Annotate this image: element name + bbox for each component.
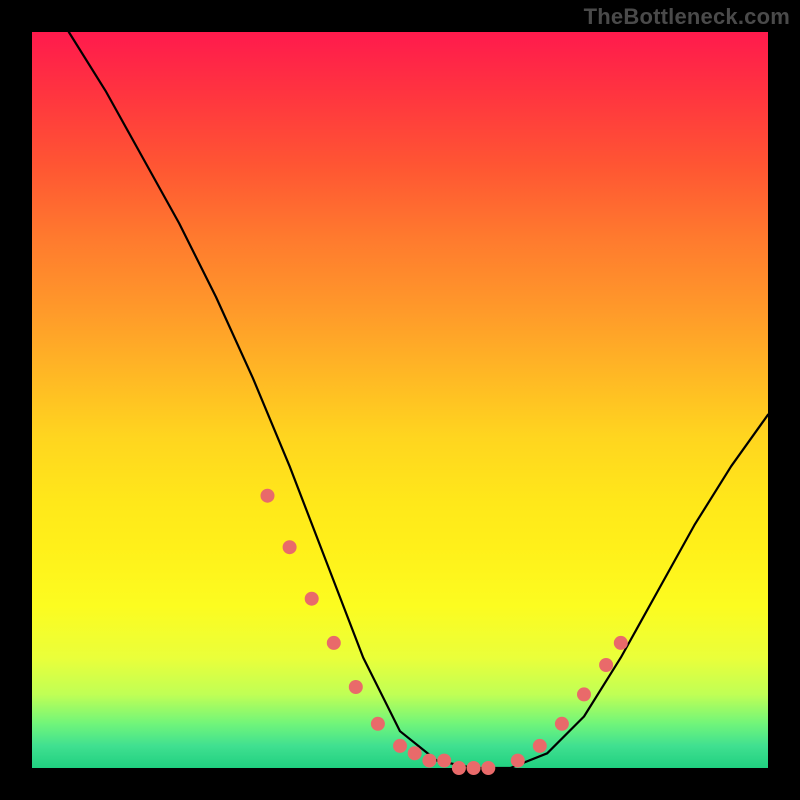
curve-line — [69, 32, 768, 768]
highlight-dot — [599, 658, 613, 672]
plot-area — [32, 32, 768, 768]
highlight-dot — [577, 687, 591, 701]
highlight-dot — [422, 754, 436, 768]
highlight-dot — [393, 739, 407, 753]
chart-frame: TheBottleneck.com — [0, 0, 800, 800]
highlight-dot — [555, 717, 569, 731]
highlight-dot — [349, 680, 363, 694]
chart-svg — [32, 32, 768, 768]
highlight-dot — [511, 754, 525, 768]
highlight-dot — [408, 746, 422, 760]
highlight-dot — [481, 761, 495, 775]
watermark-text: TheBottleneck.com — [584, 4, 790, 30]
highlight-dot — [371, 717, 385, 731]
highlight-dot — [437, 754, 451, 768]
highlight-dot — [467, 761, 481, 775]
bottleneck-curve-path — [69, 32, 768, 768]
highlight-dot — [261, 489, 275, 503]
highlight-dot — [452, 761, 466, 775]
highlight-dot — [305, 592, 319, 606]
highlight-dot — [533, 739, 547, 753]
highlight-dot — [327, 636, 341, 650]
highlight-dot — [614, 636, 628, 650]
highlight-dot — [283, 540, 297, 554]
